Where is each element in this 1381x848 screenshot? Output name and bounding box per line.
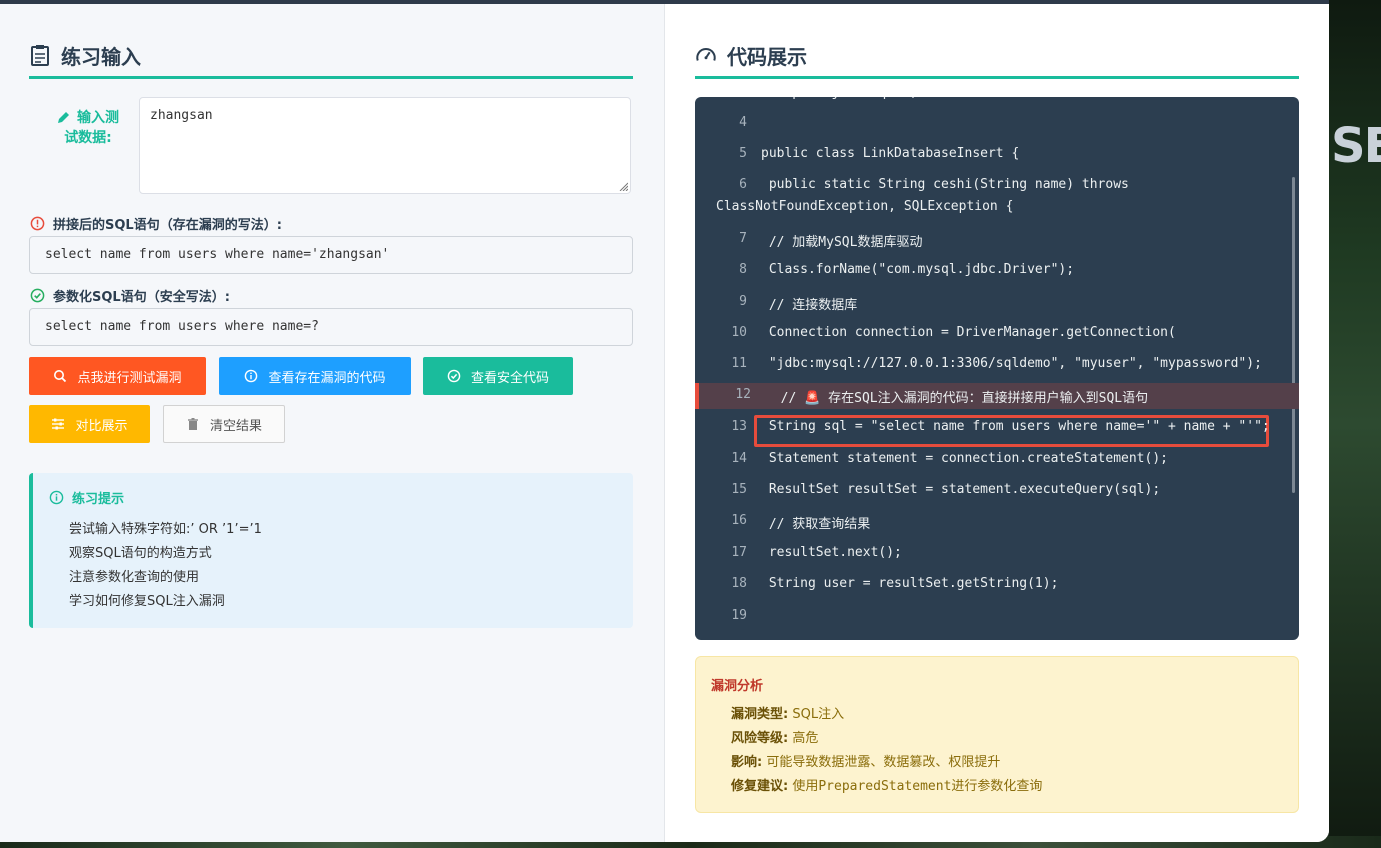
code-line: 12 // 🚨 存在SQL注入漏洞的代码：直接拼接用户输入到SQL语句 — [695, 383, 1299, 409]
code-text: Connection connection = DriverManager.ge… — [761, 325, 1176, 340]
sliders-icon — [52, 418, 65, 430]
code-text: // 连接数据库 — [761, 298, 858, 313]
vuln-fix-label: 修复建议: — [731, 779, 789, 794]
test-vulnerability-button-label: 点我进行测试漏洞 — [77, 370, 182, 386]
code-display-title-text: 代码展示 — [727, 44, 807, 69]
test-input-label: 输入测试数据: — [52, 108, 124, 148]
code-viewer[interactable]: import java.sql.*; 4 5 public class LinkDa… — [695, 97, 1299, 640]
code-text: "jdbc:mysql://127.0.0.1:3306/sqldemo", "… — [761, 356, 1262, 371]
code-text: String sql = "select name from users whe… — [761, 419, 1270, 434]
vulnerable-sql-label: 拼接后的SQL语句（存在漏洞的写法）: — [30, 214, 282, 233]
code-display-panel: 代码展示 import java.sql.*; 4 5 public class L… — [665, 4, 1329, 842]
line-number: 6 — [739, 177, 747, 192]
view-safe-code-button-label: 查看安全代码 — [470, 370, 549, 386]
info-circle-icon — [245, 369, 258, 383]
practice-tips-title-text: 练习提示 — [72, 492, 125, 507]
test-input-field[interactable]: zhangsan — [139, 97, 631, 194]
line-number: 14 — [731, 451, 747, 466]
test-vulnerability-button[interactable]: 点我进行测试漏洞 — [29, 357, 206, 395]
clear-results-button[interactable]: 清空结果 — [163, 405, 285, 443]
test-input-value: zhangsan — [150, 108, 213, 123]
view-safe-code-button[interactable]: 查看安全代码 — [423, 357, 573, 395]
code-text: // 获取查询结果 — [761, 517, 871, 532]
test-input-label-text: 输入测试数据: — [64, 110, 119, 146]
safe-sql-label-text: 参数化SQL语句（安全写法）: — [53, 290, 230, 305]
practice-input-panel: 练习输入 输入测试数据: zhangsan 拼接后的SQL语句（存在漏洞的写法）… — [0, 4, 665, 842]
tip-item: 注意参数化查询的使用 — [69, 570, 200, 585]
search-icon — [54, 370, 67, 383]
code-display-title: 代码展示 — [695, 34, 1299, 79]
safe-sql-label: 参数化SQL语句（安全写法）: — [30, 286, 230, 305]
line-number: 17 — [731, 545, 747, 560]
code-line-cut: import java.sql.*; — [695, 97, 1299, 105]
tip-item: 观察SQL语句的构造方式 — [69, 546, 212, 561]
code-text: Statement statement = connection.createS… — [761, 451, 1168, 466]
compare-button-label: 对比展示 — [75, 418, 128, 434]
desktop-background: SE — [1329, 0, 1381, 848]
vulnerability-analysis-box: 漏洞分析 漏洞类型: SQL注入 风险等级: 高危 影响: 可能导致数据泄露、数… — [695, 656, 1299, 813]
line-number: 19 — [731, 608, 747, 623]
warning-circle-icon — [30, 216, 45, 231]
vuln-type-value: SQL注入 — [792, 707, 845, 722]
line-number: 7 — [739, 231, 747, 246]
line-number: 4 — [739, 115, 747, 130]
vuln-impact: 影响: 可能导致数据泄露、数据篡改、权限提升 — [731, 751, 1000, 770]
code-text: // 🚨 存在SQL注入漏洞的代码：直接拼接用户输入到SQL语句 — [765, 391, 1149, 406]
practice-input-title: 练习输入 — [29, 34, 633, 79]
vuln-type: 漏洞类型: SQL注入 — [731, 703, 844, 722]
view-vulnerable-code-button-label: 查看存在漏洞的代码 — [268, 370, 386, 386]
code-text: String user = resultSet.getString(1); — [761, 576, 1059, 591]
code-text: public class LinkDatabaseInsert { — [761, 146, 1020, 161]
practice-input-title-text: 练习输入 — [61, 44, 141, 69]
practice-tips-box: 练习提示 尝试输入特殊字符如:’ OR ’1’=’1 观察SQL语句的构造方式 … — [29, 473, 633, 628]
line-number: 15 — [731, 482, 747, 497]
info-circle-icon — [49, 490, 64, 505]
vulnerable-sql-output[interactable]: select name from users where name='zhang… — [29, 236, 633, 274]
view-vulnerable-code-button[interactable]: 查看存在漏洞的代码 — [219, 357, 411, 395]
line-number: 11 — [731, 356, 747, 371]
line-number: 9 — [739, 294, 747, 309]
vuln-risk-value: 高危 — [792, 731, 819, 746]
code-scrollbar[interactable] — [1292, 177, 1295, 493]
vulnerable-sql-label-text: 拼接后的SQL语句（存在漏洞的写法）: — [53, 218, 282, 233]
code-text: resultSet.next(); — [761, 545, 902, 560]
line-number: 12 — [735, 387, 751, 402]
code-text: Class.forName("com.mysql.jdbc.Driver"); — [761, 262, 1075, 277]
clipboard-icon — [29, 44, 51, 66]
practice-tips-title: 练习提示 — [49, 488, 124, 507]
vuln-type-label: 漏洞类型: — [731, 707, 789, 722]
vuln-fix-value: 使用PreparedStatement进行参数化查询 — [792, 779, 1043, 794]
line-number: 18 — [731, 576, 747, 591]
code-text: // 加载MySQL数据库驱动 — [761, 235, 923, 250]
resize-grip-icon[interactable] — [618, 181, 628, 191]
vuln-risk-label: 风险等级: — [731, 731, 789, 746]
background-text: SE — [1331, 118, 1381, 174]
vuln-risk: 风险等级: 高危 — [731, 727, 818, 746]
gauge-icon — [695, 44, 717, 66]
line-number: 5 — [739, 146, 747, 161]
vuln-impact-value: 可能导致数据泄露、数据篡改、权限提升 — [766, 755, 1001, 770]
app-window: 练习输入 输入测试数据: zhangsan 拼接后的SQL语句（存在漏洞的写法）… — [0, 4, 1329, 842]
code-text: ClassNotFoundException, SQLException { — [716, 199, 1014, 214]
tip-item: 尝试输入特殊字符如:’ OR ’1’=’1 — [69, 522, 262, 537]
line-number: 16 — [731, 513, 747, 528]
check-circle-icon — [30, 288, 45, 303]
vuln-fix: 修复建议: 使用PreparedStatement进行参数化查询 — [731, 775, 1042, 794]
safe-sql-output[interactable]: select name from users where name=? — [29, 308, 633, 346]
vulnerability-analysis-title: 漏洞分析 — [711, 679, 764, 694]
compare-button[interactable]: 对比展示 — [29, 405, 150, 443]
line-number: 10 — [731, 325, 747, 340]
code-text: ResultSet resultSet = statement.executeQ… — [761, 482, 1161, 497]
line-number: 13 — [731, 419, 747, 434]
tip-item: 学习如何修复SQL注入漏洞 — [69, 594, 225, 609]
line-number: 8 — [739, 262, 747, 277]
clear-results-button-label: 清空结果 — [209, 418, 262, 434]
check-circle-icon — [447, 369, 461, 383]
trash-icon — [187, 418, 198, 430]
vuln-impact-label: 影响: — [731, 755, 763, 770]
code-text: public static String ceshi(String name) … — [761, 177, 1129, 192]
